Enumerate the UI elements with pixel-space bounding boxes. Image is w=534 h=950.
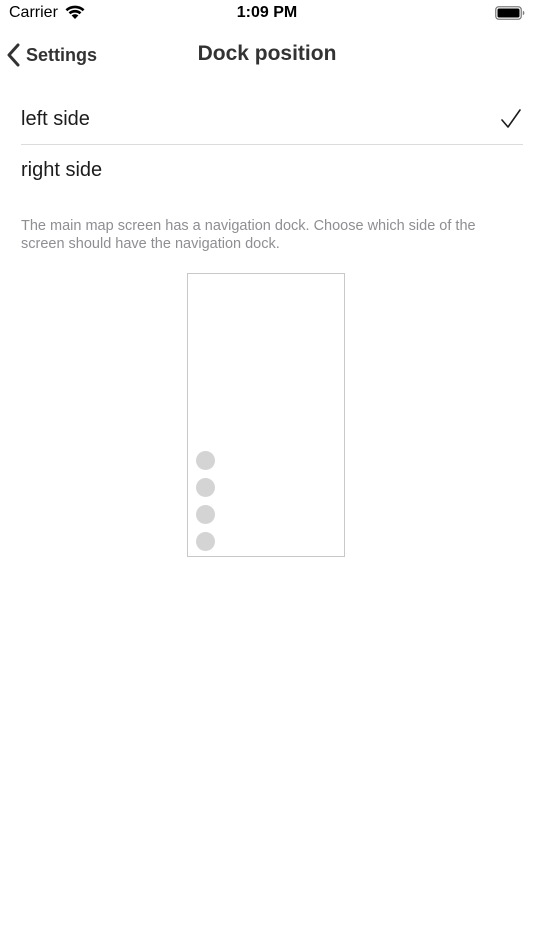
- status-bar: Carrier 1:09 PM: [0, 0, 534, 28]
- option-left-side[interactable]: left side: [0, 94, 534, 145]
- dock-dot: [196, 478, 215, 497]
- option-label: right side: [21, 159, 103, 181]
- dock-preview: [187, 273, 345, 557]
- battery-icon: [495, 6, 525, 20]
- checkmark-icon: [501, 109, 521, 128]
- description-text: The main map screen has a navigation doc…: [21, 218, 476, 252]
- dock-position-screen: Carrier 1:09 PM Settings Dock position l…: [0, 0, 534, 950]
- option-label: left side: [21, 108, 90, 130]
- dock-dot: [196, 451, 215, 470]
- dock-position-options: left side right side: [0, 94, 534, 196]
- dock-dot: [196, 505, 215, 524]
- dock-dot: [196, 532, 215, 551]
- status-time: 1:09 PM: [236, 4, 298, 21]
- page-title: Dock position: [197, 42, 337, 65]
- option-right-side[interactable]: right side: [0, 145, 534, 196]
- navigation-bar: Settings Dock position: [0, 34, 534, 76]
